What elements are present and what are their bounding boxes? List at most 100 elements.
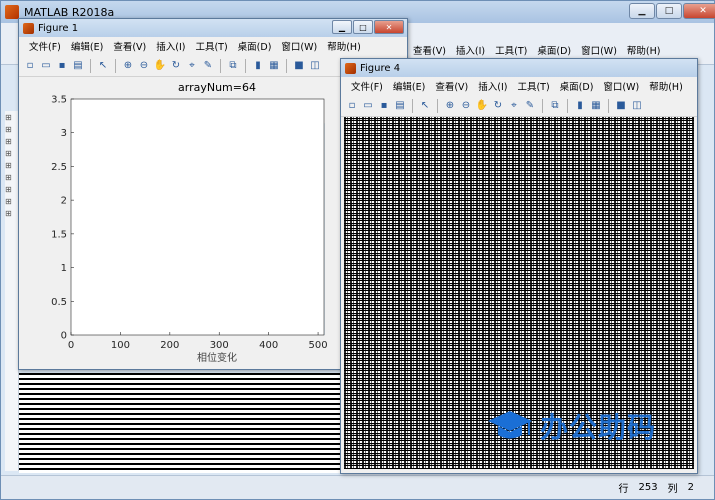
menu-tools[interactable]: 工具(T) bbox=[191, 39, 231, 53]
background-menubar: 查看(V) 插入(I) 工具(T) 桌面(D) 窗口(W) 帮助(H) bbox=[409, 43, 664, 57]
pan-icon[interactable]: ✋ bbox=[153, 59, 167, 73]
bg-menu-window[interactable]: 窗口(W) bbox=[577, 43, 621, 57]
toolbar-separator bbox=[115, 58, 116, 73]
x-axis-label: 相位变化 bbox=[197, 351, 237, 364]
menu-window[interactable]: 窗口(W) bbox=[599, 79, 643, 93]
minimize-button[interactable]: ▁ bbox=[629, 3, 655, 19]
menu-file[interactable]: 文件(F) bbox=[347, 79, 387, 93]
menu-desktop[interactable]: 桌面(D) bbox=[556, 79, 598, 93]
menu-help[interactable]: 帮助(H) bbox=[645, 79, 687, 93]
tree-expander-icon[interactable]: ⊞ bbox=[5, 209, 18, 219]
menu-insert[interactable]: 插入(I) bbox=[152, 39, 189, 53]
col-label: 列 bbox=[667, 484, 678, 495]
zoom-in-icon[interactable]: ⊕ bbox=[121, 59, 135, 73]
matlab-logo-icon bbox=[5, 5, 19, 19]
bg-menu-insert[interactable]: 插入(I) bbox=[452, 43, 489, 57]
zoom-out-icon[interactable]: ⊖ bbox=[137, 59, 151, 73]
hide-tools-icon[interactable]: ■ bbox=[614, 99, 628, 113]
figure-icon bbox=[23, 22, 34, 34]
toolbar-separator bbox=[90, 58, 91, 73]
current-folder-panel[interactable]: ⊞ ⊞ ⊞ ⊞ ⊞ ⊞ ⊞ ⊞ ⊞ bbox=[5, 111, 19, 471]
rotate-icon[interactable]: ↻ bbox=[169, 59, 183, 73]
figure-4-titlebar[interactable]: Figure 4 bbox=[341, 59, 697, 77]
new-icon[interactable]: ▫ bbox=[345, 99, 359, 113]
tree-expander-icon[interactable]: ⊞ bbox=[5, 197, 18, 207]
figure-1-titlebar[interactable]: Figure 1 ▁ □ ✕ bbox=[19, 19, 407, 37]
tree-expander-icon[interactable]: ⊞ bbox=[5, 113, 18, 123]
tree-expander-icon[interactable]: ⊞ bbox=[5, 149, 18, 159]
watermark-logo: 办公助码 bbox=[486, 404, 686, 448]
legend-icon[interactable]: ▦ bbox=[267, 59, 281, 73]
menu-desktop[interactable]: 桌面(D) bbox=[234, 39, 276, 53]
figure-icon bbox=[345, 62, 356, 74]
toolbar-separator bbox=[220, 58, 221, 73]
zoom-in-icon[interactable]: ⊕ bbox=[443, 99, 457, 113]
data-cursor-icon[interactable]: ⌖ bbox=[185, 59, 199, 73]
print-icon[interactable]: ▤ bbox=[393, 99, 407, 113]
maximize-button[interactable]: □ bbox=[656, 3, 682, 19]
colorbar-icon[interactable]: ▮ bbox=[251, 59, 265, 73]
close-button[interactable]: ✕ bbox=[683, 3, 715, 19]
link-icon[interactable]: ⧉ bbox=[226, 59, 240, 73]
link-icon[interactable]: ⧉ bbox=[548, 99, 562, 113]
y-tick-label: 2 bbox=[61, 196, 67, 207]
toolbar-separator bbox=[437, 98, 438, 113]
tree-expander-icon[interactable]: ⊞ bbox=[5, 185, 18, 195]
menu-view[interactable]: 查看(V) bbox=[109, 39, 150, 53]
open-icon[interactable]: ▭ bbox=[361, 99, 375, 113]
axes-group: 0 0.5 1 1.5 2 2.5 3 3.5 0 100 200 300 400 500 bbox=[51, 95, 328, 352]
figure-4-menubar: 文件(F) 编辑(E) 查看(V) 插入(I) 工具(T) 桌面(D) 窗口(W… bbox=[341, 77, 697, 95]
data-cursor-icon[interactable]: ⌖ bbox=[507, 99, 521, 113]
tree-expander-icon[interactable]: ⊞ bbox=[5, 173, 18, 183]
bg-menu-help[interactable]: 帮助(H) bbox=[623, 43, 665, 57]
toolbar-separator bbox=[412, 98, 413, 113]
brush-icon[interactable]: ✎ bbox=[201, 59, 215, 73]
brush-icon[interactable]: ✎ bbox=[523, 99, 537, 113]
bg-menu-view[interactable]: 查看(V) bbox=[409, 43, 450, 57]
pointer-icon[interactable]: ↖ bbox=[96, 59, 110, 73]
figure-1-controls: ▁ □ ✕ bbox=[332, 20, 404, 34]
x-tick-label: 500 bbox=[309, 340, 328, 351]
tree-expander-icon[interactable]: ⊞ bbox=[5, 137, 18, 147]
hide-tools-icon[interactable]: ■ bbox=[292, 59, 306, 73]
menu-insert[interactable]: 插入(I) bbox=[474, 79, 511, 93]
bg-menu-tools[interactable]: 工具(T) bbox=[491, 43, 531, 57]
tree-expander-icon[interactable]: ⊞ bbox=[5, 161, 18, 171]
status-bar: 行 253 列 2 bbox=[1, 475, 714, 499]
rotate-icon[interactable]: ↻ bbox=[491, 99, 505, 113]
dock-icon[interactable]: ◫ bbox=[630, 99, 644, 113]
main-window-title: MATLAB R2018a bbox=[24, 5, 115, 19]
print-icon[interactable]: ▤ bbox=[71, 59, 85, 73]
menu-edit[interactable]: 编辑(E) bbox=[389, 79, 429, 93]
menu-file[interactable]: 文件(F) bbox=[25, 39, 65, 53]
watermark-text: 办公助码 bbox=[540, 411, 657, 444]
axes-box bbox=[70, 98, 325, 336]
save-icon[interactable]: ▪ bbox=[377, 99, 391, 113]
new-icon[interactable]: ▫ bbox=[23, 59, 37, 73]
menu-help[interactable]: 帮助(H) bbox=[323, 39, 365, 53]
pointer-icon[interactable]: ↖ bbox=[418, 99, 432, 113]
menu-edit[interactable]: 编辑(E) bbox=[67, 39, 107, 53]
open-icon[interactable]: ▭ bbox=[39, 59, 53, 73]
zoom-out-icon[interactable]: ⊖ bbox=[459, 99, 473, 113]
tree-expander-icon[interactable]: ⊞ bbox=[5, 125, 18, 135]
toolbar-separator bbox=[286, 58, 287, 73]
row-value: 253 bbox=[638, 482, 658, 493]
pan-icon[interactable]: ✋ bbox=[475, 99, 489, 113]
legend-icon[interactable]: ▦ bbox=[589, 99, 603, 113]
menu-view[interactable]: 查看(V) bbox=[431, 79, 472, 93]
maximize-button[interactable]: □ bbox=[353, 20, 373, 34]
y-tick-label: 0.5 bbox=[51, 297, 67, 308]
minimize-button[interactable]: ▁ bbox=[332, 20, 352, 34]
figure-pattern-background bbox=[19, 373, 345, 473]
menu-window[interactable]: 窗口(W) bbox=[277, 39, 321, 53]
colorbar-icon[interactable]: ▮ bbox=[573, 99, 587, 113]
close-button[interactable]: ✕ bbox=[374, 20, 404, 34]
y-tick-label: 3.5 bbox=[51, 95, 67, 106]
menu-tools[interactable]: 工具(T) bbox=[513, 79, 553, 93]
y-tick-label: 1 bbox=[61, 263, 67, 274]
bg-menu-desktop[interactable]: 桌面(D) bbox=[533, 43, 575, 57]
dock-icon[interactable]: ◫ bbox=[308, 59, 322, 73]
chart-title: arrayNum=64 bbox=[178, 81, 256, 94]
save-icon[interactable]: ▪ bbox=[55, 59, 69, 73]
